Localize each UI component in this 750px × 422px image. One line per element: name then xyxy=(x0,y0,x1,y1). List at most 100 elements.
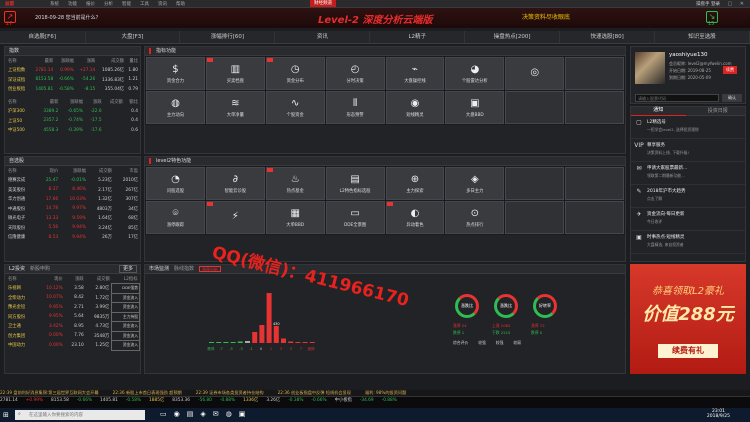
market-monitor-tab-pulse[interactable]: 脉线指数 xyxy=(174,265,194,274)
l2-panel-more-select[interactable]: 更多 xyxy=(118,265,137,273)
notice-item[interactable]: ✎ 2018年沪市大趋势 点击了解 xyxy=(631,185,745,208)
renew-button[interactable]: 续费 xyxy=(723,66,737,74)
menu-item[interactable]: 报价 xyxy=(86,1,95,7)
table-row[interactable]: 德赛云成 25.47 -0.01% 5.23亿 2010亿 xyxy=(5,176,140,186)
main-tab[interactable]: 涨幅排行[60] xyxy=(180,31,276,43)
store-icon[interactable]: ◈ xyxy=(200,410,205,418)
table-cell: 1336.83亿 xyxy=(102,77,125,83)
table-row[interactable]: 上证50 2357.2 -0.74% -17.5 0.4 xyxy=(5,116,140,126)
feature-tile[interactable]: ♨ 热点基金 xyxy=(265,167,325,200)
feature-tile[interactable]: ◉ 短线精灵 xyxy=(385,91,445,124)
menu-item[interactable]: 帮助 xyxy=(176,1,185,7)
main-tab[interactable]: 资讯 xyxy=(275,31,371,43)
stock-code-input[interactable] xyxy=(635,94,719,102)
table-row[interactable]: 美美股份 8.37 8.46% 2.17亿 267亿 xyxy=(5,185,140,195)
table-row[interactable]: 微光电子 13.33 9.59% 1.64亿 68亿 xyxy=(5,214,140,224)
news-item[interactable]: 22:36 创业板指盘中反弹 短线机会显现 xyxy=(278,390,351,395)
task-view-icon[interactable]: ▭ xyxy=(160,410,167,418)
feature-tile[interactable]: ▥ 买卖档盘 xyxy=(205,57,265,90)
menu-item[interactable]: 智能 xyxy=(122,1,131,7)
news-item[interactable]: 22:36 新股上市首日表现强劲 超预期 xyxy=(113,390,182,395)
news-item[interactable]: 22:39 证券市场各类投资者持仓结构 xyxy=(196,390,264,395)
confirm-button[interactable]: 确认 xyxy=(722,94,742,102)
feature-tile[interactable]: ▤ L2特色指标选股 xyxy=(325,167,385,200)
table-row[interactable]: 沪深300 3389.2 -0.65% -22.6 0.4 xyxy=(5,107,140,117)
table-row[interactable]: 华力创通 17.66 10.03% 1.32亿 307亿 xyxy=(5,195,140,205)
feature-tile[interactable]: ⊙ 热点排行 xyxy=(445,201,505,234)
feature-tile[interactable]: ⫴ 形态预警 xyxy=(325,91,385,124)
news-item[interactable]: 福利: 98%的投资问题 xyxy=(365,390,406,395)
feature-tile[interactable]: ◈ 多日主力 xyxy=(445,167,505,200)
menu-item[interactable]: 工具 xyxy=(140,1,149,7)
folder-icon[interactable]: ▤ xyxy=(187,410,194,418)
table-row[interactable]: 上证指数 2781.14 0.99% +27.14 1085.26亿 1.80 xyxy=(5,66,140,76)
feature-tile[interactable]: ⊕ 主力探索 xyxy=(385,167,445,200)
tab-daily-report[interactable]: 投资日报 xyxy=(691,107,746,116)
windows-start-icon[interactable]: ⊞ xyxy=(3,411,9,419)
notice-sub: 决策资料上线, 下载升级! xyxy=(647,150,689,155)
table-row[interactable]: 乐视网 10.12% 3.58 2.80亿 DDE强势 xyxy=(5,283,140,294)
window-controls[interactable]: — ▢ ✕ xyxy=(715,1,747,7)
ad-renew-button[interactable]: 续费有礼 xyxy=(658,344,718,358)
table-row[interactable]: 豫光金铅 9.95% 2.71 3.99亿 资金流入 xyxy=(5,302,140,313)
feature-tile[interactable]: ▣ 大盘BBD xyxy=(445,91,505,124)
avatar[interactable] xyxy=(635,52,665,84)
feature-tile[interactable]: ⌾ 涨停跟踪 xyxy=(146,201,205,234)
feature-tile[interactable]: ◐ 异动着色 xyxy=(385,201,445,234)
feature-tile[interactable]: ◍ 主力动向 xyxy=(146,91,205,124)
table-row[interactable]: 卫士通 3.42% 8.95 4.73亿 资金流入 xyxy=(5,321,140,332)
menu-item[interactable]: 系统 xyxy=(50,1,59,7)
news-item[interactable]: 22:39 盘前利好消息集锦:第三届世界互联网大会开幕 xyxy=(0,390,99,395)
browser-icon[interactable]: ◉ xyxy=(174,410,180,418)
notice-item[interactable]: ▣ 时事热点·短线精灵 大盘精选, 来自投资者 xyxy=(631,231,745,254)
feature-tile[interactable]: ◴ 分时决策 xyxy=(325,57,385,90)
distribution-bar xyxy=(216,342,222,343)
feature-tile[interactable]: ◕ 个股雷达分析 xyxy=(445,57,505,90)
channel-badge[interactable]: 财经频道 xyxy=(310,0,336,7)
feature-tile[interactable]: ◔ 问股选股 xyxy=(146,167,205,200)
table-row[interactable]: 中通股份 14.78 9.97% 4803万 34亿 xyxy=(5,204,140,214)
taskbar-search-input[interactable] xyxy=(15,410,145,420)
table-row[interactable]: 全柴动力 10.07% 8.42 1.72亿 资金流入 xyxy=(5,292,140,303)
app-icon-2[interactable]: ▣ xyxy=(239,410,246,418)
feature-tile[interactable]: ∂ 智能云诊股 xyxy=(205,167,265,200)
notice-item[interactable]: VIP 尊享服务 决策资料上线, 下载升级! xyxy=(631,139,745,162)
main-tab[interactable]: L2精子 xyxy=(370,31,466,43)
feature-tile[interactable]: ◷ 资金分布 xyxy=(265,57,325,90)
feature-tile[interactable]: $ 资金合力 xyxy=(146,57,205,90)
notice-item[interactable]: ✉ 申请大家股票最新... 领取第二期最新功能... xyxy=(631,162,745,185)
feature-tile[interactable]: ∿ 个股资金 xyxy=(265,91,325,124)
table-row[interactable]: 深证成指 8153.58 -0.66% -54.26 1336.83亿 1.21 xyxy=(5,75,140,85)
feature-tile xyxy=(565,57,624,90)
tab-notice[interactable]: 通知 xyxy=(631,106,686,116)
mail-icon[interactable]: ✉ xyxy=(213,410,219,418)
menu-item[interactable]: 分析 xyxy=(104,1,113,7)
main-tab[interactable]: 自选股[F6] xyxy=(0,31,86,43)
menu-item[interactable]: 功能 xyxy=(68,1,77,7)
table-row[interactable]: 信隆健康 8.53 9.94% 26万 17亿 xyxy=(5,233,140,243)
table-row[interactable]: 中国动力 0.00% 23.10 1.25亿 资金流入 xyxy=(5,340,140,351)
limit-up-analysis-button[interactable]: 涨停分析 xyxy=(199,266,222,272)
feature-tile[interactable]: ≋ 大单净量 xyxy=(205,91,265,124)
main-tab[interactable]: 知识至选股 xyxy=(655,31,750,43)
app-icon[interactable]: ◍ xyxy=(226,410,232,418)
l2-panel-title[interactable]: L2投资 xyxy=(9,265,25,274)
feature-tile[interactable]: ▦ 大单BBD xyxy=(265,201,325,234)
table-row[interactable]: 创力集团 0.00% 7.76 3548万 资金流入 xyxy=(5,330,140,341)
main-tab[interactable]: 快速选股[80] xyxy=(560,31,656,43)
main-tab[interactable]: 大盘[F3] xyxy=(86,31,181,43)
promo-ad[interactable]: 恭喜领取L2豪礼 价值288元 续费有礼 xyxy=(630,264,746,374)
table-row[interactable]: 创业板指 1405.81 -0.58% -8.15 355.04亿 0.79 xyxy=(5,85,140,95)
market-monitor-title[interactable]: 市场监测 xyxy=(149,265,169,274)
notice-item[interactable]: ✈ 资金流向·每日更新 今日收评 xyxy=(631,208,745,231)
feature-tile[interactable]: ⌁ 大盘操控线 xyxy=(385,57,445,90)
menu-item[interactable]: 资讯 xyxy=(158,1,167,7)
table-row[interactable]: 中证500 4558.3 -0.39% -17.6 0.6 xyxy=(5,126,140,136)
feature-tile[interactable]: ▭ DDE全景图 xyxy=(325,201,385,234)
table-row[interactable]: 同方股份 9.95% 5.64 9835万 主力持股 xyxy=(5,311,140,322)
taskbar-clock[interactable]: 23:01 2018/9/25 xyxy=(707,409,730,419)
notice-item[interactable]: ▢ L2精选号 一招学会level2, 选择投资理财 xyxy=(631,116,745,139)
l2-panel-tab-ipo[interactable]: 新股申购 xyxy=(30,265,50,274)
table-row[interactable]: 天际股份 5.56 9.94% 3.24亿 85亿 xyxy=(5,223,140,233)
main-tab[interactable]: 操盘热点[200] xyxy=(465,31,561,43)
